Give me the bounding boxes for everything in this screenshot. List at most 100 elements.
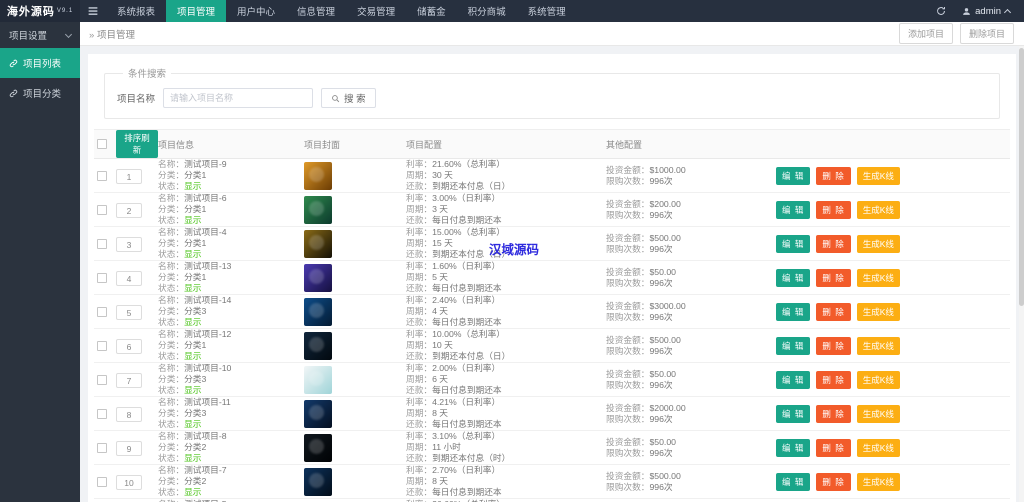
scrollbar-thumb[interactable] bbox=[1019, 48, 1024, 306]
row-checkbox[interactable] bbox=[97, 204, 107, 215]
project-limit: 996次 bbox=[649, 311, 673, 322]
generate-kline-button[interactable]: 生成K线 bbox=[856, 438, 900, 457]
project-status: 显示 bbox=[184, 351, 202, 361]
row-sort-input[interactable] bbox=[116, 475, 142, 490]
nav-item-储蓄金[interactable]: 储蓄金 bbox=[406, 0, 457, 22]
project-name: 测试项目-6 bbox=[184, 193, 227, 203]
project-name-input[interactable] bbox=[163, 88, 314, 108]
project-cover-image bbox=[304, 297, 332, 326]
generate-kline-button[interactable]: 生成K线 bbox=[856, 200, 900, 219]
generate-kline-button[interactable]: 生成K线 bbox=[856, 268, 900, 287]
nav-item-信息管理[interactable]: 信息管理 bbox=[286, 0, 346, 22]
generate-kline-button[interactable]: 生成K线 bbox=[856, 404, 900, 423]
edit-button[interactable]: 编 辑 bbox=[776, 370, 811, 389]
project-rate: 2.40%（日利率） bbox=[432, 295, 501, 305]
project-cover-image bbox=[304, 195, 332, 224]
row-sort-input[interactable] bbox=[116, 203, 142, 218]
edit-button[interactable]: 编 辑 bbox=[776, 268, 811, 287]
app-logo: 海外源码 V9.1 bbox=[0, 0, 80, 22]
edit-button[interactable]: 编 辑 bbox=[776, 336, 811, 355]
search-icon bbox=[332, 94, 340, 102]
project-status: 显示 bbox=[184, 283, 202, 293]
row-sort-input[interactable] bbox=[116, 305, 142, 320]
nav-item-交易管理[interactable]: 交易管理 bbox=[346, 0, 406, 22]
row-checkbox[interactable] bbox=[97, 374, 107, 385]
row-sort-input[interactable] bbox=[116, 339, 142, 354]
header-other-config: 其他配置 bbox=[606, 139, 643, 150]
nav-item-用户中心[interactable]: 用户中心 bbox=[226, 0, 286, 22]
project-status: 显示 bbox=[184, 249, 202, 259]
row-sort-input[interactable] bbox=[116, 407, 142, 422]
table-row: 名称：测试项目-14 分类：分类3 状态：显示 利率：2.40%（日利率） 周期… bbox=[94, 295, 1010, 329]
delete-button[interactable]: 删 除 bbox=[816, 370, 851, 389]
row-checkbox[interactable] bbox=[97, 238, 107, 249]
project-repay: 每日付息到期还本 bbox=[432, 317, 502, 327]
row-checkbox[interactable] bbox=[97, 306, 107, 317]
row-checkbox[interactable] bbox=[97, 272, 107, 283]
row-checkbox[interactable] bbox=[97, 340, 107, 351]
project-cover-image bbox=[304, 467, 332, 496]
delete-button[interactable]: 删 除 bbox=[816, 200, 851, 219]
row-checkbox[interactable] bbox=[97, 476, 107, 487]
breadcrumb-current: 项目管理 bbox=[96, 29, 135, 41]
project-amount: $1000.00 bbox=[649, 164, 686, 175]
select-all-checkbox[interactable] bbox=[97, 139, 107, 149]
add-project-button[interactable]: 添加项目 bbox=[898, 23, 953, 44]
delete-button[interactable]: 删 除 bbox=[816, 404, 851, 423]
nav-item-项目管理[interactable]: 项目管理 bbox=[166, 0, 227, 22]
delete-button[interactable]: 删 除 bbox=[816, 438, 851, 457]
table-row: 名称：测试项目-10 分类：分类3 状态：显示 利率：2.00%（日利率） 周期… bbox=[94, 363, 1010, 397]
generate-kline-button[interactable]: 生成K线 bbox=[856, 370, 900, 389]
project-cycle: 10 天 bbox=[432, 340, 453, 350]
scrollbar[interactable] bbox=[1019, 46, 1024, 502]
row-checkbox[interactable] bbox=[97, 170, 107, 181]
sort-refresh-button[interactable]: 排序刷新 bbox=[116, 130, 158, 158]
edit-button[interactable]: 编 辑 bbox=[776, 438, 811, 457]
row-sort-input[interactable] bbox=[116, 237, 142, 252]
search-button[interactable]: 搜 索 bbox=[321, 88, 376, 108]
edit-button[interactable]: 编 辑 bbox=[776, 302, 811, 321]
delete-button[interactable]: 删 除 bbox=[816, 472, 851, 491]
edit-button[interactable]: 编 辑 bbox=[776, 234, 811, 253]
delete-button[interactable]: 删 除 bbox=[816, 302, 851, 321]
edit-button[interactable]: 编 辑 bbox=[776, 200, 811, 219]
projects-table: 排序刷新 项目信息 项目封面 项目配置 其他配置 名称：测试项目-9 分类：分类… bbox=[88, 129, 1016, 502]
delete-button[interactable]: 删 除 bbox=[816, 234, 851, 253]
project-limit: 996次 bbox=[649, 277, 673, 288]
generate-kline-button[interactable]: 生成K线 bbox=[856, 336, 900, 355]
menu-toggle-icon[interactable] bbox=[80, 0, 106, 22]
delete-button[interactable]: 删 除 bbox=[816, 166, 851, 185]
project-category: 分类1 bbox=[184, 340, 207, 350]
project-rate: 2.00%（日利率） bbox=[432, 363, 501, 373]
nav-item-积分商城[interactable]: 积分商城 bbox=[457, 0, 517, 22]
row-checkbox[interactable] bbox=[97, 442, 107, 453]
delete-project-button[interactable]: 删除项目 bbox=[959, 23, 1014, 44]
edit-button[interactable]: 编 辑 bbox=[776, 404, 811, 423]
project-status: 显示 bbox=[184, 487, 202, 497]
delete-button[interactable]: 删 除 bbox=[816, 336, 851, 355]
refresh-icon[interactable] bbox=[936, 6, 946, 16]
project-status: 显示 bbox=[184, 317, 202, 327]
delete-button[interactable]: 删 除 bbox=[816, 268, 851, 287]
edit-button[interactable]: 编 辑 bbox=[776, 166, 811, 185]
sidebar-item-项目列表[interactable]: 项目列表 bbox=[0, 48, 80, 78]
project-limit: 996次 bbox=[649, 379, 673, 390]
row-checkbox[interactable] bbox=[97, 408, 107, 419]
user-menu[interactable]: admin bbox=[962, 6, 1012, 17]
nav-item-系统管理[interactable]: 系统管理 bbox=[517, 0, 577, 22]
edit-button[interactable]: 编 辑 bbox=[776, 472, 811, 491]
generate-kline-button[interactable]: 生成K线 bbox=[856, 166, 900, 185]
project-repay: 到期还本付息（日） bbox=[432, 249, 511, 259]
generate-kline-button[interactable]: 生成K线 bbox=[856, 472, 900, 491]
generate-kline-button[interactable]: 生成K线 bbox=[856, 302, 900, 321]
sidebar-group-project-settings[interactable]: 项目设置 bbox=[0, 22, 80, 48]
sidebar-item-项目分类[interactable]: 项目分类 bbox=[0, 78, 80, 108]
row-sort-input[interactable] bbox=[116, 271, 142, 286]
row-sort-input[interactable] bbox=[116, 441, 142, 456]
row-sort-input[interactable] bbox=[116, 169, 142, 184]
generate-kline-button[interactable]: 生成K线 bbox=[856, 234, 900, 253]
user-icon bbox=[963, 7, 970, 15]
link-icon bbox=[9, 89, 18, 97]
row-sort-input[interactable] bbox=[116, 373, 142, 388]
nav-item-系统报表[interactable]: 系统报表 bbox=[106, 0, 166, 22]
